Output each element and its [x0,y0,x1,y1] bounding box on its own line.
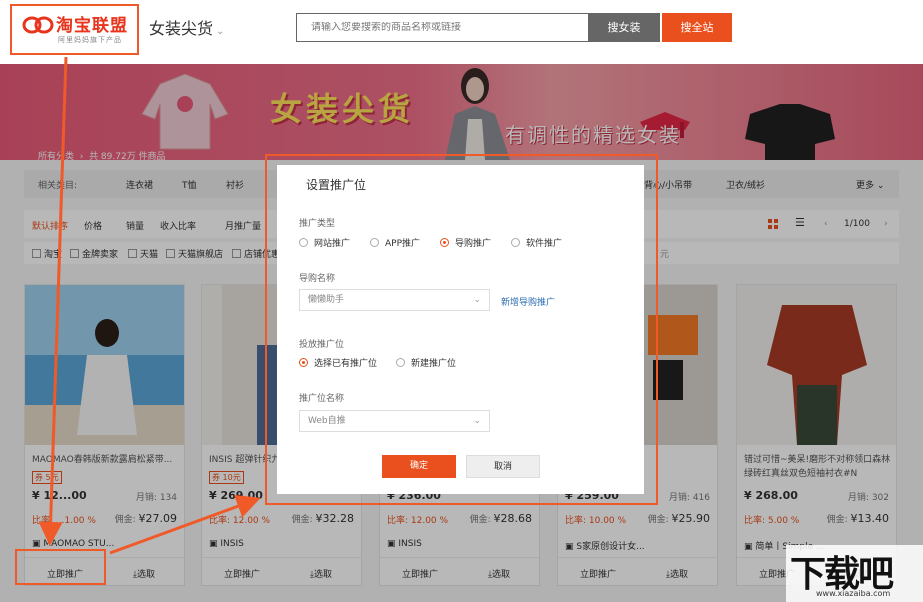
watermark-url: www.xiazaiba.com [816,589,891,598]
arrow-promote-to-dialog [109,494,261,555]
arrow-logo-to-promote [38,56,68,546]
annotation-arrows [38,56,261,555]
site-watermark: 下载吧 www.xiazaiba.com [786,545,923,602]
